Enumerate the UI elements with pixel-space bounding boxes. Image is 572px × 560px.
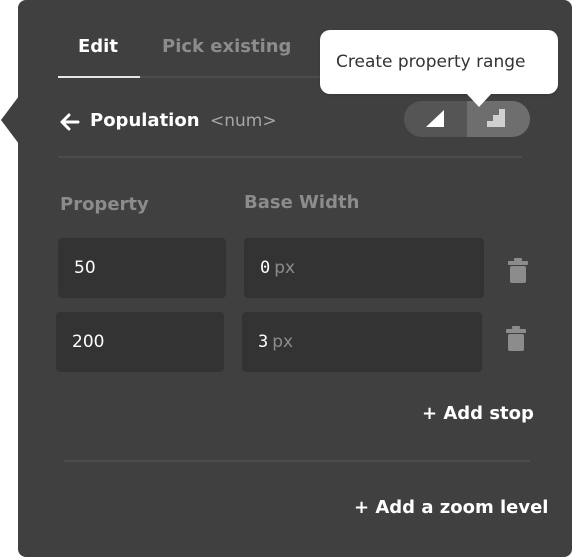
stop-1-width-value: 0 (260, 258, 271, 278)
add-zoom-level-button[interactable]: + Add a zoom level (354, 497, 548, 518)
delete-stop-1-icon[interactable] (507, 258, 529, 284)
stop-1-width-unit: px (274, 258, 296, 278)
panel-pointer (1, 96, 19, 144)
property-name: Population (90, 110, 200, 131)
tab-active-indicator (58, 76, 140, 78)
linear-ramp-button[interactable] (404, 101, 467, 137)
property-type: <num> (210, 111, 277, 131)
linear-ramp-icon (426, 110, 444, 127)
tab-pick-existing[interactable]: Pick existing (162, 36, 291, 57)
back-arrow-icon[interactable] (58, 110, 82, 134)
stop-1-property-field[interactable]: 50 (58, 238, 226, 298)
footer-divider (64, 460, 530, 462)
add-stop-button[interactable]: + Add stop (422, 403, 534, 424)
stop-2-width-unit: px (272, 332, 294, 352)
stop-2-width-field[interactable]: 3 px (242, 312, 482, 372)
stop-2-property-field[interactable]: 200 (56, 312, 224, 372)
stop-2-width-value: 3 (258, 332, 269, 352)
column-header-base-width: Base Width (244, 192, 360, 213)
stop-2-property-value: 200 (72, 332, 105, 352)
delete-stop-2-icon[interactable] (505, 326, 527, 352)
tooltip: Create property range (320, 30, 558, 94)
tooltip-arrow (466, 93, 492, 107)
tooltip-text: Create property range (336, 52, 526, 72)
column-header-property: Property (60, 194, 149, 215)
tab-edit[interactable]: Edit (78, 36, 118, 57)
stop-1-property-value: 50 (74, 258, 96, 278)
stop-1-width-field[interactable]: 0 px (244, 238, 484, 298)
header-divider (58, 156, 522, 158)
